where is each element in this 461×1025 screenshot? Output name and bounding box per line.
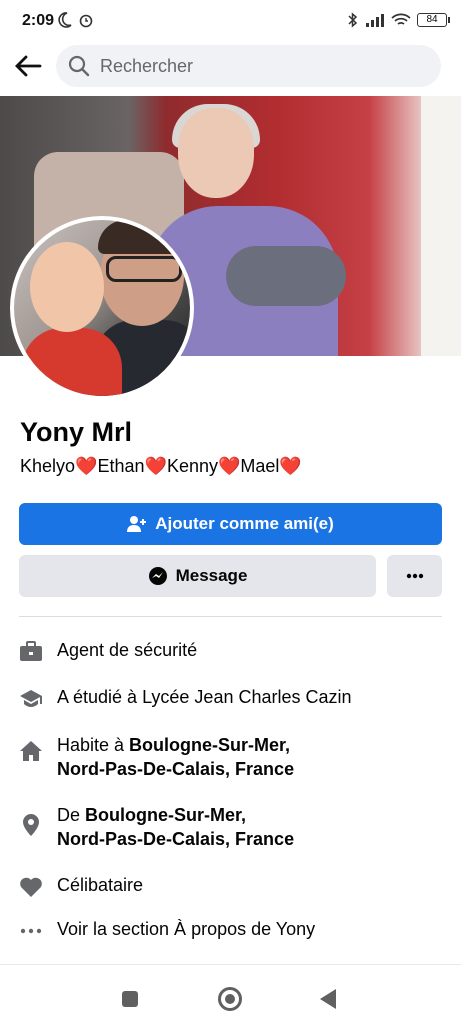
alarm-icon: [79, 14, 93, 28]
more-dots-icon: [406, 573, 423, 579]
add-friend-label: Ajouter comme ami(e): [155, 514, 334, 533]
battery-indicator: 84: [417, 13, 450, 27]
from-text: De Boulogne-Sur-Mer, Nord-Pas-De-Calais, …: [57, 805, 295, 849]
education-text: A étudié à Lycée Jean Charles Cazin: [57, 687, 352, 707]
location-pin-icon: [23, 814, 39, 836]
more-dots-icon: [20, 928, 42, 934]
search-icon: [68, 55, 90, 77]
status-time: 2:09: [22, 12, 55, 29]
add-friend-icon: [127, 516, 147, 532]
recents-button[interactable]: [122, 991, 138, 1007]
info-from: De Boulogne-Sur-Mer, Nord-Pas-De-Calais, …: [19, 803, 294, 851]
signal-icon: [366, 14, 384, 27]
add-friend-button[interactable]: Ajouter comme ami(e): [19, 503, 442, 545]
search-placeholder: Rechercher: [100, 55, 194, 76]
bluetooth-icon: [348, 12, 358, 28]
heart-icon: [20, 877, 42, 897]
info-relationship: Célibataire: [19, 873, 143, 899]
lives-text: Habite à Boulogne-Sur-Mer, Nord-Pas-De-Ca…: [57, 735, 295, 779]
profile-bio: Khelyo❤️Ethan❤️Kenny❤️Mael❤️: [20, 456, 302, 476]
status-bar: 2:09 84: [0, 0, 461, 44]
relationship-text: Célibataire: [57, 875, 144, 895]
home-button[interactable]: [218, 987, 242, 1011]
search-bar[interactable]: Rechercher: [56, 45, 441, 87]
about-link[interactable]: Voir la section À propos de Yony: [19, 917, 315, 943]
briefcase-icon: [20, 641, 42, 661]
system-back-button[interactable]: [320, 989, 336, 1009]
message-button[interactable]: Message: [19, 555, 376, 597]
arrow-left-icon: [15, 55, 42, 77]
system-nav-bar: [0, 964, 461, 1025]
graduation-cap-icon: [20, 690, 42, 707]
info-job: Agent de sécurité: [19, 638, 197, 664]
home-icon: [20, 741, 42, 761]
back-button[interactable]: [14, 54, 42, 78]
profile-picture[interactable]: [10, 216, 194, 400]
wifi-icon: [391, 13, 411, 25]
more-options-button[interactable]: [387, 555, 442, 597]
profile-name: Yony Mrl: [20, 417, 133, 447]
info-education: A étudié à Lycée Jean Charles Cazin: [19, 685, 352, 711]
about-link-text[interactable]: Voir la section À propos de Yony: [57, 917, 315, 941]
moon-icon: [58, 12, 72, 28]
messenger-icon: [148, 567, 167, 585]
info-lives: Habite à Boulogne-Sur-Mer, Nord-Pas-De-Ca…: [19, 733, 294, 781]
message-label: Message: [175, 566, 248, 585]
divider: [19, 616, 442, 617]
top-bar: Rechercher: [0, 44, 461, 88]
job-text: Agent de sécurité: [57, 640, 198, 660]
